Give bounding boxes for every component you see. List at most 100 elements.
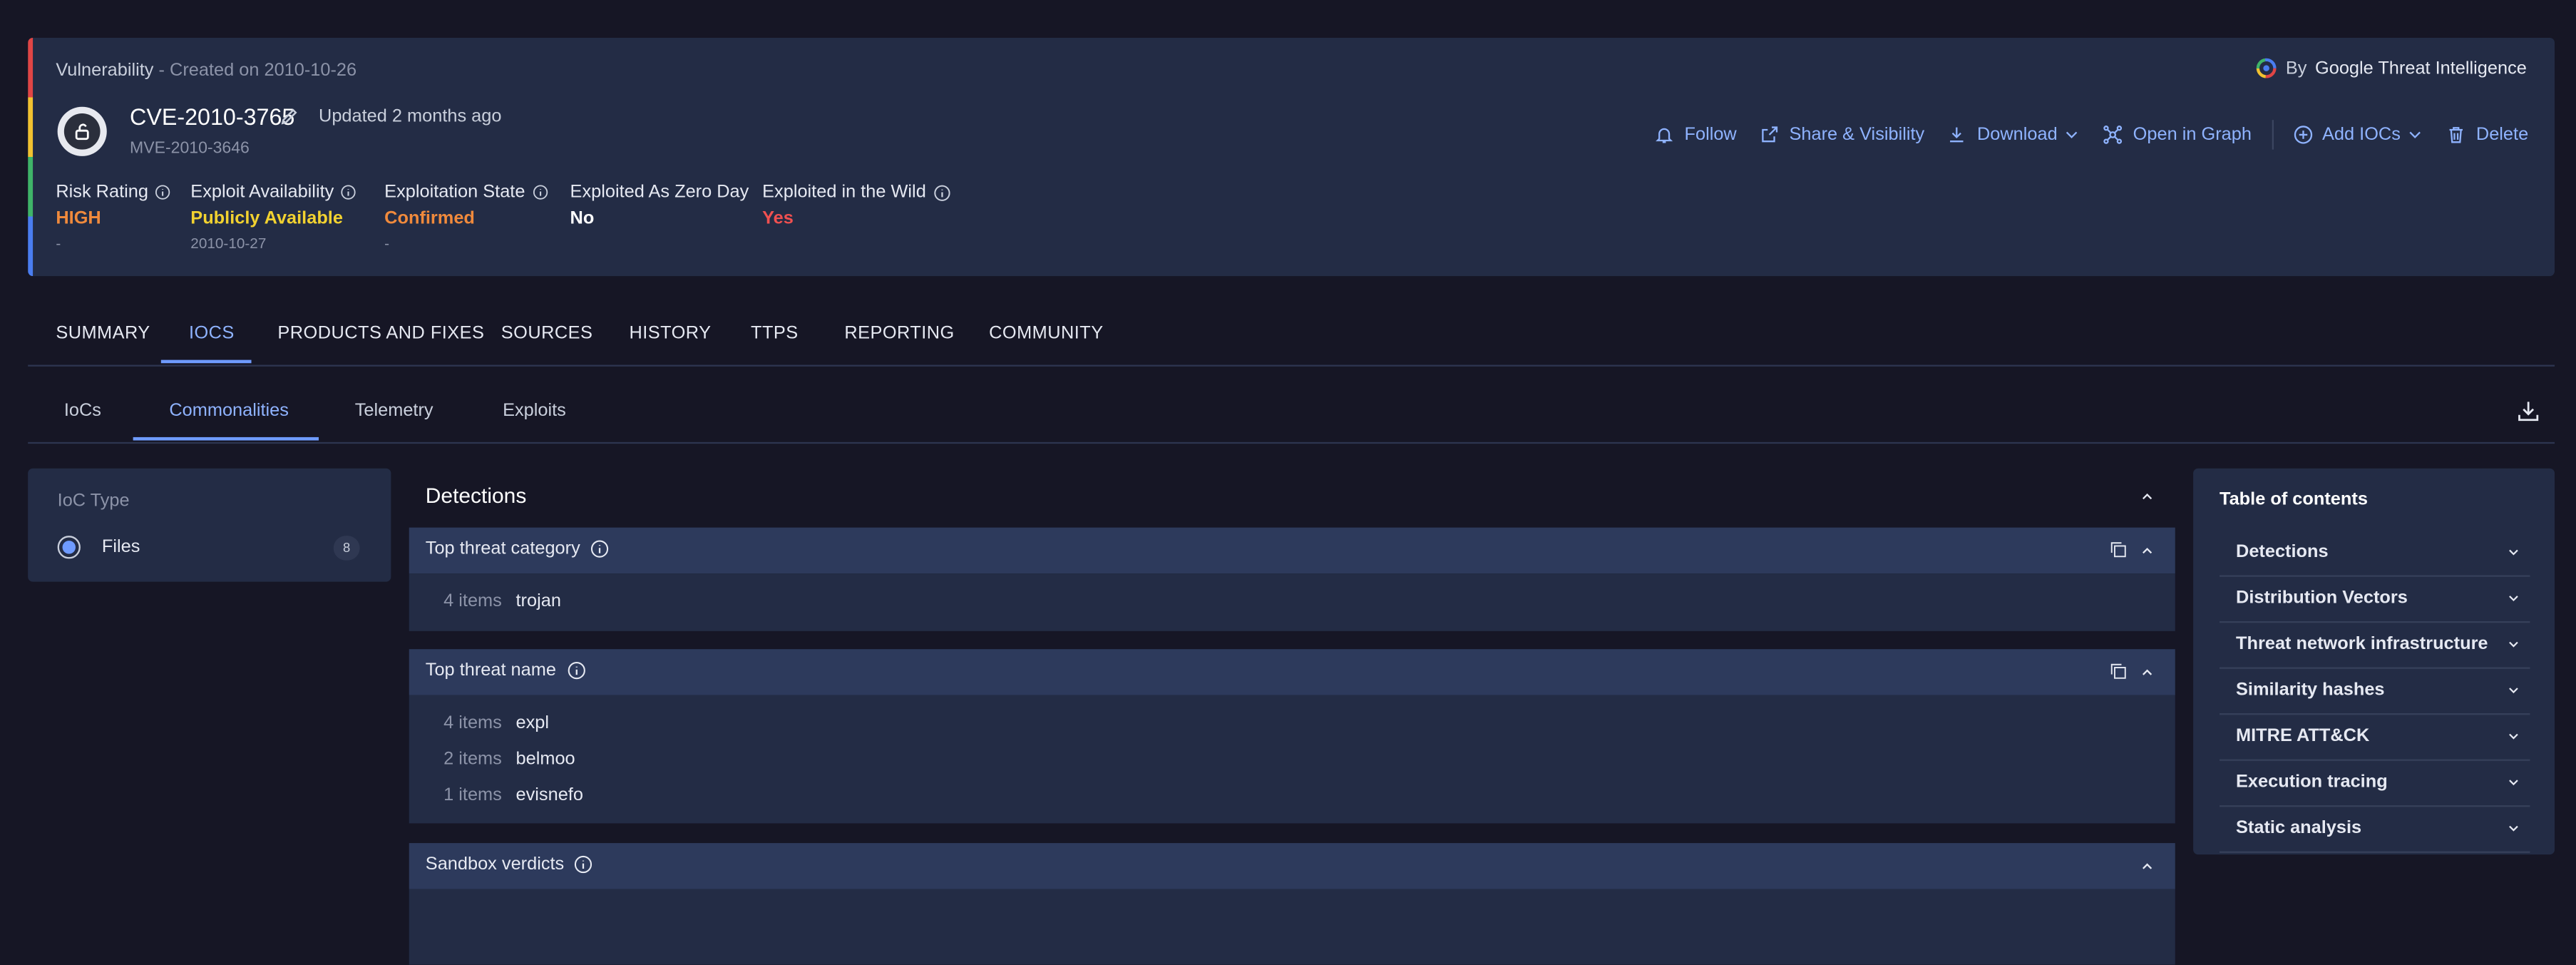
subtab-iocs[interactable]: IoCs xyxy=(64,401,101,421)
bell-icon xyxy=(1655,125,1675,145)
chevron-down-icon xyxy=(2507,638,2520,650)
info-icon[interactable] xyxy=(566,660,586,680)
section-header-top-threat-category[interactable]: Top threat category xyxy=(409,527,2175,574)
info-icon[interactable] xyxy=(590,539,610,559)
tab-sources[interactable]: SOURCES xyxy=(501,324,593,344)
copy-icon[interactable] xyxy=(2110,663,2128,680)
entity-type-label: Vulnerability xyxy=(56,61,154,81)
section-body-top-threat-name: 4 items expl 2 items belmoo 1 items evis… xyxy=(409,695,2175,824)
stat-label: Exploitation State xyxy=(384,182,525,203)
radio-dot xyxy=(62,541,76,554)
subtab-telemetry[interactable]: Telemetry xyxy=(355,401,433,421)
section-header-top-threat-name[interactable]: Top threat name xyxy=(409,649,2175,695)
entity-meta: Vulnerability - Created on 2010-10-26 xyxy=(56,61,356,81)
section-body-top-threat-category: 4 items trojan xyxy=(409,573,2175,631)
info-icon[interactable] xyxy=(341,184,357,200)
item-name[interactable]: belmoo xyxy=(516,750,575,770)
google-ti-logo-icon xyxy=(2256,58,2277,79)
cve-title: CVE-2010-3765 xyxy=(130,103,295,131)
tab-community[interactable]: COMMUNITY xyxy=(989,324,1103,344)
stat-value: HIGH xyxy=(56,208,101,229)
item-count: 4 items xyxy=(443,591,502,612)
stat-label: Exploited in the Wild xyxy=(762,182,926,203)
tab-summary[interactable]: SUMMARY xyxy=(56,324,150,344)
graph-icon xyxy=(2103,125,2123,145)
toc-item-threat-network-infrastructure[interactable]: Threat network infrastructure xyxy=(2219,621,2530,669)
share-icon xyxy=(1760,125,1780,145)
trash-icon xyxy=(2446,125,2466,145)
toc-item-label: Execution tracing xyxy=(2236,772,2388,792)
chevron-down-icon xyxy=(2507,730,2520,742)
item-name[interactable]: expl xyxy=(516,713,550,733)
section-title: Top threat name xyxy=(425,660,556,680)
sub-tabs: IoCs Commonalities Telemetry Exploits xyxy=(28,382,2555,444)
chevron-up-icon[interactable] xyxy=(2139,488,2155,504)
section-title: Top threat category xyxy=(425,538,580,559)
section-header-sandbox-verdicts[interactable]: Sandbox verdicts xyxy=(409,843,2175,889)
toc-item-similarity-hashes[interactable]: Similarity hashes xyxy=(2219,668,2530,715)
stat-sub: 2010-10-27 xyxy=(190,235,267,252)
export-download-icon[interactable] xyxy=(2517,399,2540,422)
header-card: Vulnerability - Created on 2010-10-26 By… xyxy=(28,37,2555,277)
share-visibility-button[interactable]: Share & Visibility xyxy=(1760,125,1924,145)
active-tab-indicator xyxy=(160,359,252,364)
item-count: 4 items xyxy=(443,713,502,733)
tab-iocs[interactable]: IOCS xyxy=(189,324,235,344)
toc-item-label: MITRE ATT&CK xyxy=(2236,726,2370,747)
chevron-down-icon xyxy=(2064,126,2080,143)
stat-value: Publicly Available xyxy=(190,208,343,229)
tab-reporting[interactable]: REPORTING xyxy=(844,324,954,344)
share-label: Share & Visibility xyxy=(1789,125,1925,145)
files-option-label[interactable]: Files xyxy=(102,537,140,557)
edit-pencil-icon[interactable] xyxy=(279,107,299,127)
subtab-commonalities[interactable]: Commonalities xyxy=(169,401,289,421)
stat-sub: - xyxy=(384,235,390,252)
chevron-down-icon xyxy=(2507,776,2520,789)
files-count-badge: 8 xyxy=(333,536,360,561)
toc-item-detections[interactable]: Detections xyxy=(2219,529,2530,577)
chevron-down-icon xyxy=(2507,546,2520,558)
download-button[interactable]: Download xyxy=(1947,125,2080,145)
info-icon[interactable] xyxy=(532,184,548,200)
chevron-up-icon[interactable] xyxy=(2139,664,2155,680)
item-count: 2 items xyxy=(443,749,502,770)
add-iocs-label: Add IOCs xyxy=(2322,125,2401,145)
toc-item-distribution-vectors[interactable]: Distribution Vectors xyxy=(2219,575,2530,623)
open-graph-label: Open in Graph xyxy=(2133,125,2252,145)
stat-sub: - xyxy=(56,235,61,252)
subtab-exploits[interactable]: Exploits xyxy=(503,401,566,421)
chevron-up-icon[interactable] xyxy=(2139,542,2155,558)
stat-exploit-availability: Exploit Availability Publicly Available … xyxy=(190,183,356,252)
toc-item-static-analysis[interactable]: Static analysis xyxy=(2219,805,2530,853)
files-radio[interactable] xyxy=(57,536,81,559)
stat-exploitation-state: Exploitation State Confirmed - xyxy=(384,183,548,252)
info-icon[interactable] xyxy=(574,854,594,874)
stat-label: Exploit Availability xyxy=(190,182,334,203)
follow-button[interactable]: Follow xyxy=(1655,125,1737,145)
toc-item-mitre-attack[interactable]: MITRE ATT&CK xyxy=(2219,713,2530,761)
toc-item-label: Similarity hashes xyxy=(2236,680,2385,700)
ioc-type-panel: IoC Type Files 8 xyxy=(28,468,391,582)
copy-icon[interactable] xyxy=(2110,541,2128,558)
tab-history[interactable]: HISTORY xyxy=(630,324,712,344)
tab-products-and-fixes[interactable]: PRODUCTS AND FIXES xyxy=(277,324,484,344)
table-of-contents: Table of contents Detections Distributio… xyxy=(2193,468,2555,855)
tab-ttps[interactable]: TTPS xyxy=(751,324,799,344)
toc-item-execution-tracing[interactable]: Execution tracing xyxy=(2219,760,2530,807)
provider-name: Google Threat Intelligence xyxy=(2315,58,2527,78)
add-iocs-button[interactable]: Add IOCs xyxy=(2293,125,2424,145)
chevron-up-icon[interactable] xyxy=(2139,858,2155,874)
toc-item-label: Threat network infrastructure xyxy=(2236,634,2488,655)
info-icon[interactable] xyxy=(933,183,950,201)
item-name[interactable]: trojan xyxy=(516,592,561,612)
created-date: - Created on 2010-10-26 xyxy=(158,61,357,81)
item-name[interactable]: evisnefo xyxy=(516,785,583,805)
chevron-down-icon xyxy=(2507,822,2520,834)
info-icon[interactable] xyxy=(155,184,171,200)
delete-button[interactable]: Delete xyxy=(2446,125,2528,145)
chevron-down-icon xyxy=(2407,126,2423,143)
by-prefix: By xyxy=(2285,58,2307,78)
open-in-graph-button[interactable]: Open in Graph xyxy=(2103,125,2252,145)
section-body-sandbox-verdicts xyxy=(409,889,2175,965)
delete-label: Delete xyxy=(2475,125,2529,145)
